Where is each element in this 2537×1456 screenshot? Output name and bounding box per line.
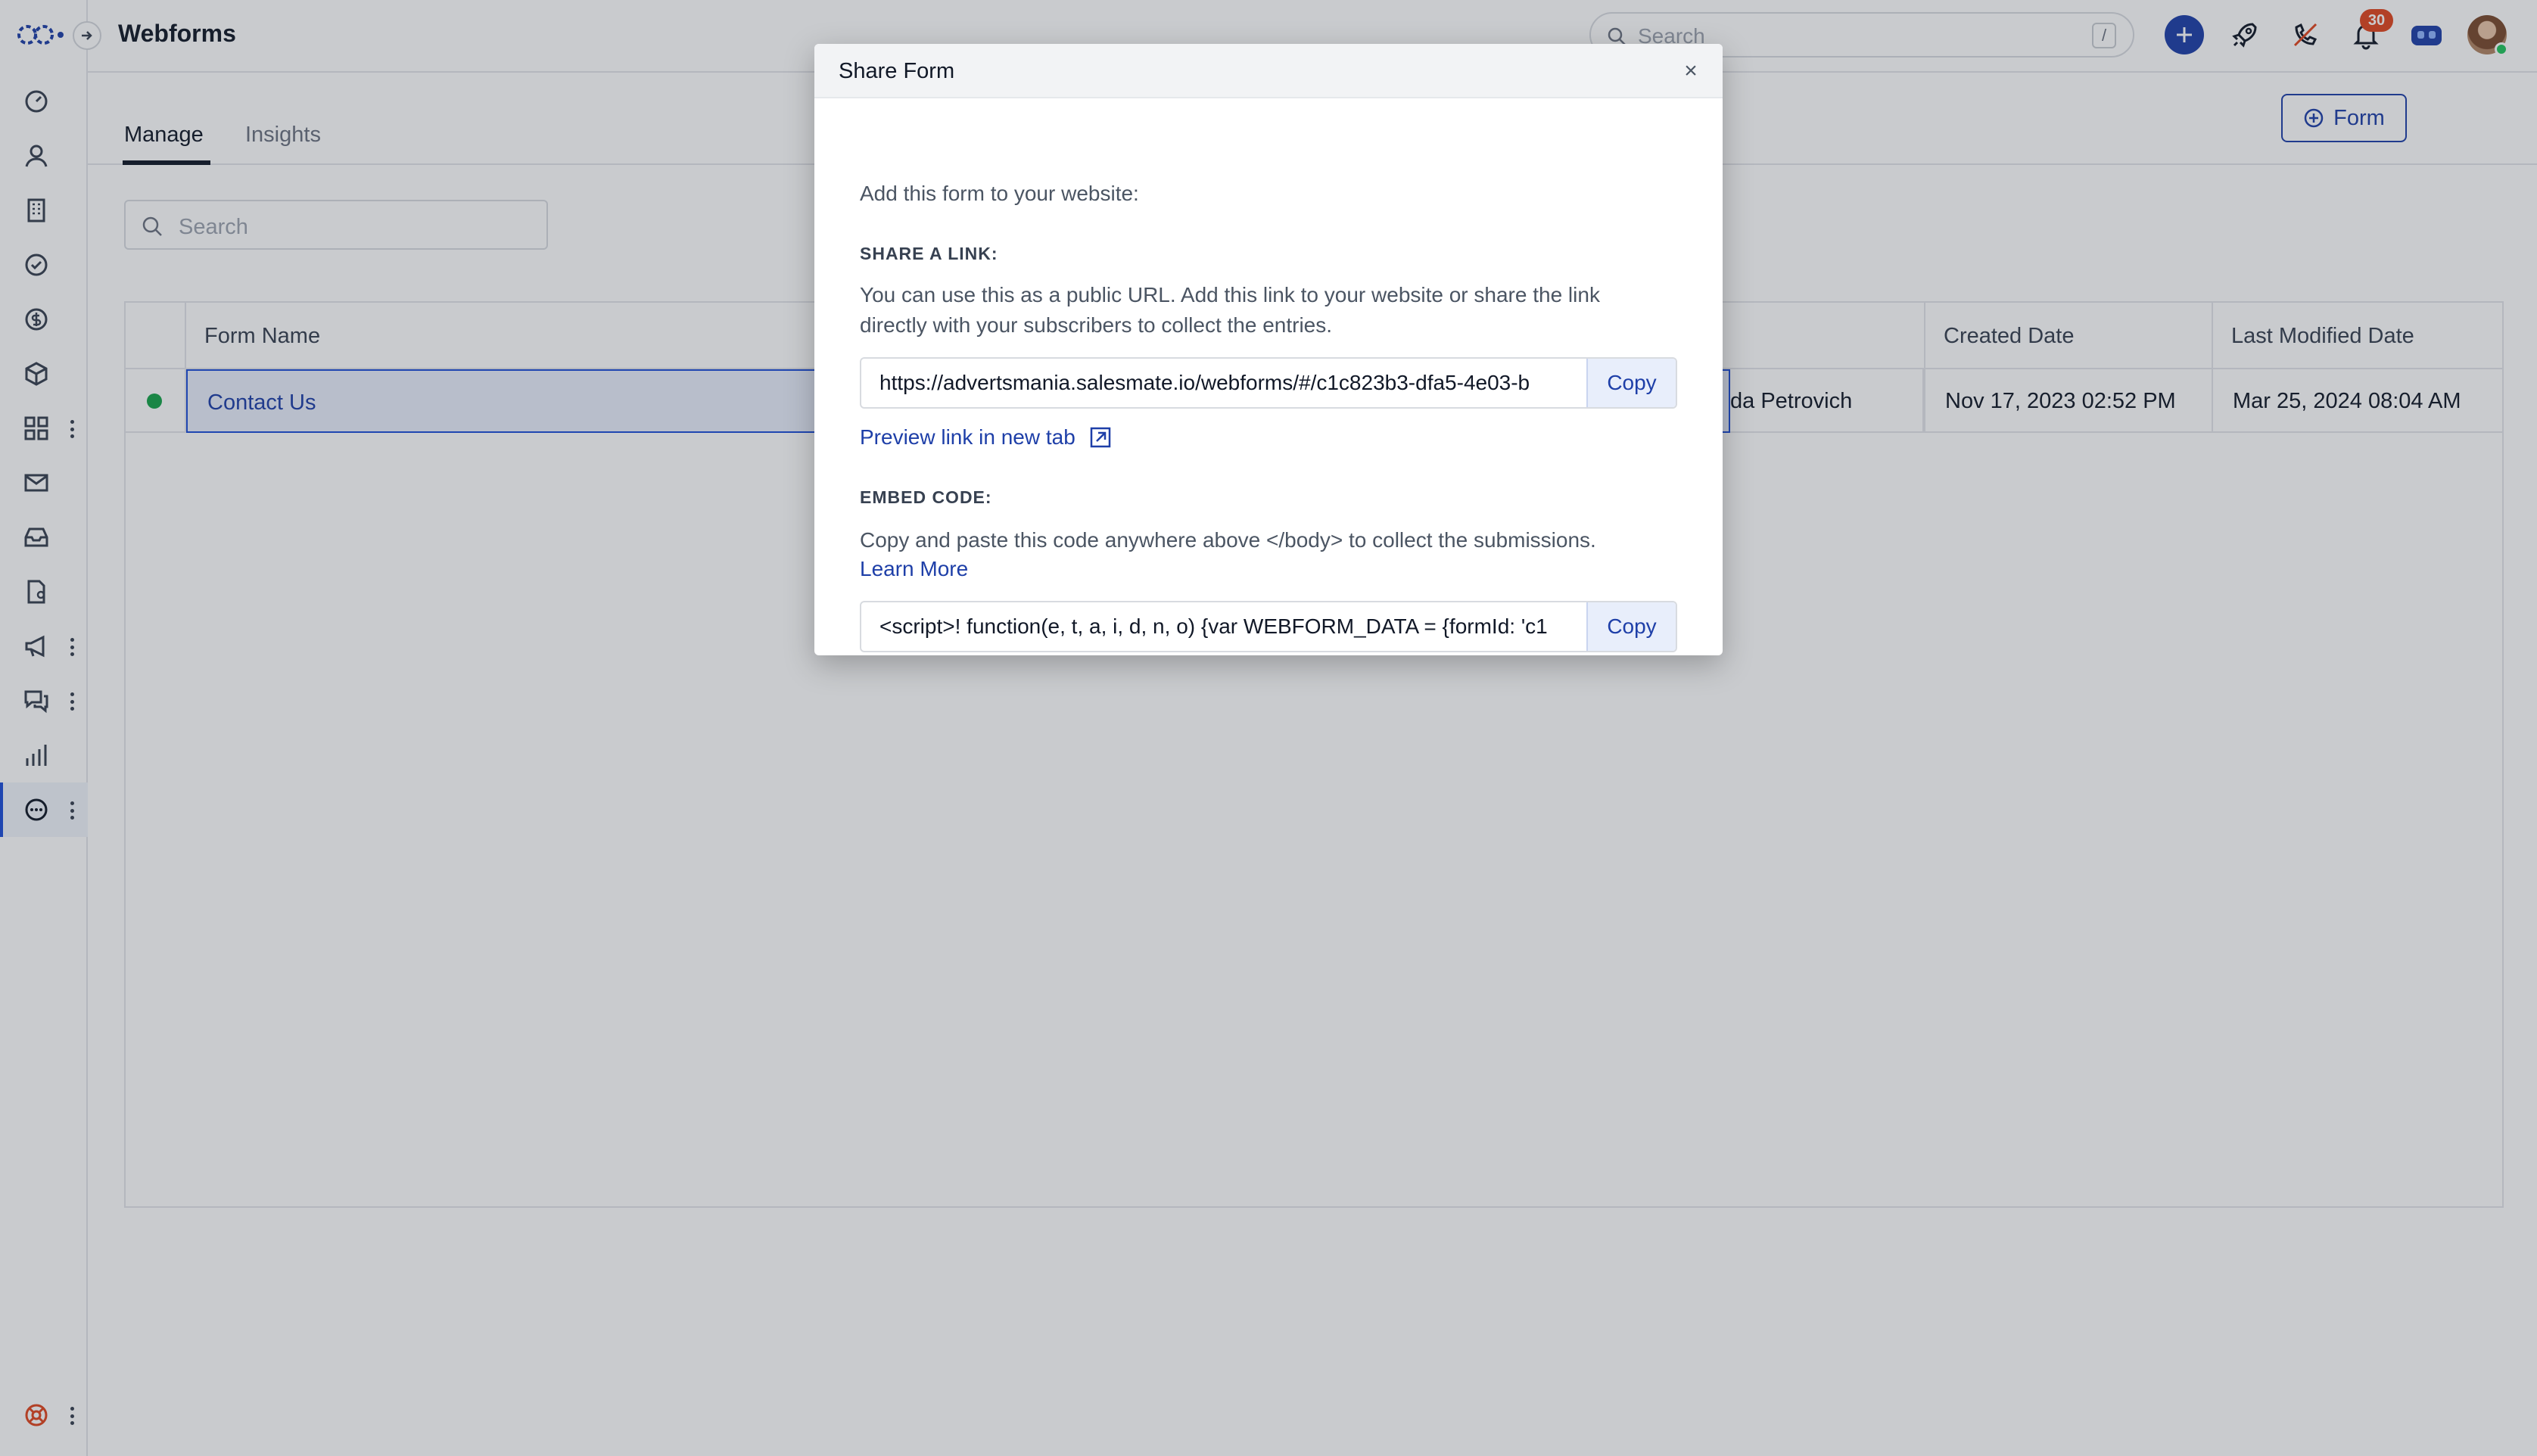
share-url-value[interactable]: https://advertsmania.salesmate.io/webfor… [879,359,1588,407]
copy-embed-button[interactable]: Copy [1586,602,1676,651]
share-link-description-line1: You can use this as a public URL. Add th… [860,283,1600,306]
share-link-description-line2: directly with your subscribers to collec… [860,313,1333,337]
share-form-modal: Share Form × Add this form to your websi… [814,44,1723,655]
embed-code-value[interactable]: <script>! function(e, t, a, i, d, n, o) … [879,602,1588,651]
learn-more-link[interactable]: Learn More [860,557,968,581]
copy-url-button[interactable]: Copy [1586,359,1676,407]
share-link-heading: SHARE A LINK: [860,244,998,263]
embed-code-heading: EMBED CODE: [860,487,992,507]
modal-header: Share Form × [814,44,1723,98]
preview-link[interactable]: Preview link in new tab [860,425,1112,450]
embed-code-description: Copy and paste this code anywhere above … [860,528,1596,552]
external-link-icon [1090,427,1111,448]
embed-code-field[interactable]: <script>! function(e, t, a, i, d, n, o) … [860,601,1677,652]
modal-intro-text: Add this form to your website: [860,182,1139,205]
share-url-field[interactable]: https://advertsmania.salesmate.io/webfor… [860,357,1677,409]
modal-title: Share Form [839,59,955,83]
close-icon[interactable]: × [1680,60,1701,82]
preview-link-label: Preview link in new tab [860,425,1076,449]
